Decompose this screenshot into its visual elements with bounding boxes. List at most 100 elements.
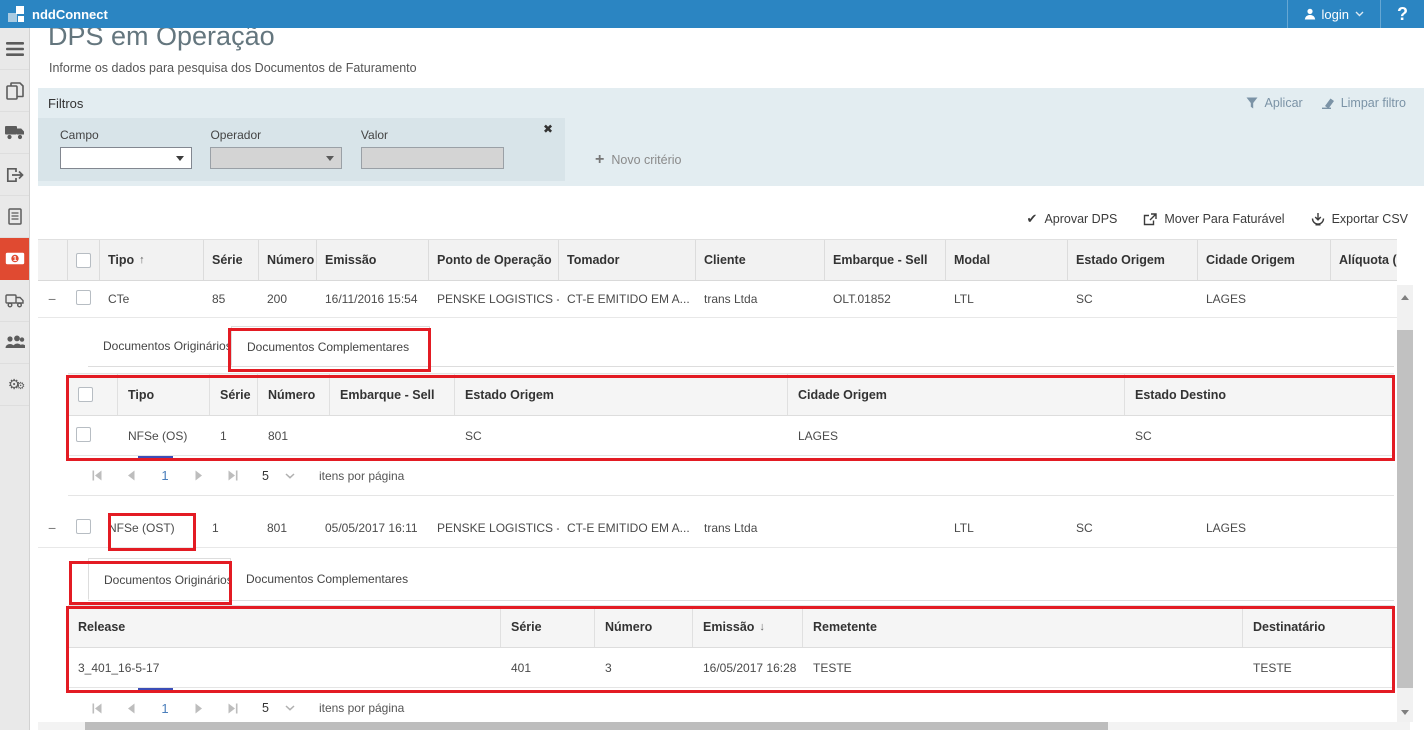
column-header-remetente[interactable]: Remetente <box>803 606 1243 647</box>
subtable-header-row: Tipo Série Número Embarque - Sell Estado… <box>68 373 1394 416</box>
sidebar-item-settings[interactable]: ⚙⚙ <box>0 364 29 406</box>
menu-icon <box>6 42 24 56</box>
selected-page-indicator <box>138 688 173 692</box>
move-to-billable-button[interactable]: Mover Para Faturável <box>1143 212 1284 226</box>
help-button[interactable]: ? <box>1380 0 1424 28</box>
approve-dps-button[interactable]: ✔ Aprovar DPS <box>1027 211 1118 227</box>
column-header-tipo[interactable]: Tipo↑ <box>100 240 204 280</box>
collapse-row-button[interactable]: − <box>38 291 56 307</box>
collapse-row-button[interactable]: − <box>38 520 56 536</box>
column-header-tomador[interactable]: Tomador <box>559 240 696 280</box>
horizontal-scrollbar-thumb[interactable] <box>85 722 1108 730</box>
cell-ponto: PENSKE LOGISTICS - ... <box>429 521 559 535</box>
tab-documentos-originarios[interactable]: Documentos Originários <box>88 558 231 600</box>
select-all-checkbox[interactable] <box>76 253 91 268</box>
page-number[interactable]: 1 <box>148 701 182 716</box>
prev-page-icon <box>127 470 135 481</box>
scroll-down-button[interactable] <box>1401 702 1409 720</box>
next-page-button[interactable] <box>182 470 216 481</box>
table-row[interactable]: NFSe (OS) 1 801 SC LAGES SC <box>68 416 1394 456</box>
column-header-emissao[interactable]: Emissão↓ <box>693 606 803 647</box>
column-header-aliquota[interactable]: Alíquota (%) <box>1331 240 1397 280</box>
first-page-button[interactable] <box>80 470 114 481</box>
horizontal-scrollbar[interactable] <box>38 722 1410 730</box>
top-bar: nddConnect login ? <box>0 0 1424 28</box>
subtable-header-row: Release Série Número Emissão↓ Remetente … <box>68 605 1394 648</box>
cell-estado-origem: SC <box>455 429 788 443</box>
column-header-embarque[interactable]: Embarque - Sell <box>330 374 455 415</box>
first-page-button[interactable] <box>80 703 114 714</box>
table-row[interactable]: 3_401_16-5-17 401 3 16/05/2017 16:28 TES… <box>68 648 1394 688</box>
column-header-numero[interactable]: Número <box>259 240 317 280</box>
column-header-numero[interactable]: Número <box>595 606 693 647</box>
cell-numero: 801 <box>259 521 317 535</box>
column-header-cidade-origem[interactable]: Cidade Origem <box>1198 240 1331 280</box>
clear-filter-button[interactable]: Limpar filtro <box>1321 96 1406 110</box>
prev-page-button[interactable] <box>114 470 148 481</box>
expand-column-header <box>38 240 68 280</box>
column-header-ponto[interactable]: Ponto de Operação <box>429 240 559 280</box>
page-size-select[interactable]: 5 <box>262 469 295 483</box>
plus-icon: + <box>595 152 604 168</box>
row-checkbox[interactable] <box>76 290 91 305</box>
operator-select[interactable] <box>210 147 342 169</box>
column-header-serie[interactable]: Série <box>501 606 595 647</box>
vertical-scrollbar[interactable] <box>1397 285 1413 722</box>
last-page-button[interactable] <box>216 703 250 714</box>
vertical-scrollbar-thumb[interactable] <box>1397 330 1413 688</box>
sidebar-item-delivery[interactable] <box>0 280 29 322</box>
export-csv-button[interactable]: Exportar CSV <box>1311 212 1408 226</box>
column-header-emissao[interactable]: Emissão <box>317 240 429 280</box>
column-header-destinatario[interactable]: Destinatário <box>1243 606 1394 647</box>
sidebar-item-export[interactable] <box>0 154 29 196</box>
sidebar-item-users[interactable] <box>0 322 29 364</box>
page-number[interactable]: 1 <box>148 468 182 483</box>
column-header-estado-destino[interactable]: Estado Destino <box>1125 374 1394 415</box>
page-size-select[interactable]: 5 <box>262 701 295 715</box>
select-all-checkbox[interactable] <box>78 387 93 402</box>
column-header-estado-origem[interactable]: Estado Origem <box>455 374 788 415</box>
tab-documentos-complementares[interactable]: Documentos Complementares <box>231 558 430 600</box>
column-header-cidade-origem[interactable]: Cidade Origem <box>788 374 1125 415</box>
row-checkbox[interactable] <box>76 519 91 534</box>
tab-documentos-originarios[interactable]: Documentos Originários <box>88 326 231 366</box>
tab-documentos-complementares[interactable]: Documentos Complementares <box>231 326 430 366</box>
column-header-serie[interactable]: Série <box>210 374 258 415</box>
page-subtitle: Informe os dados para pesquisa dos Docum… <box>49 61 1424 75</box>
first-page-icon <box>92 470 102 481</box>
scroll-up-button[interactable] <box>1401 287 1409 305</box>
new-criteria-button[interactable]: + Novo critério <box>595 152 682 168</box>
remove-criteria-icon[interactable]: ✖ <box>543 122 553 136</box>
chevron-down-icon <box>285 473 295 479</box>
apply-filter-button[interactable]: Aplicar <box>1246 96 1302 110</box>
sidebar-item-document[interactable] <box>0 196 29 238</box>
last-page-button[interactable] <box>216 470 250 481</box>
next-page-button[interactable] <box>182 703 216 714</box>
help-label: ? <box>1397 4 1408 25</box>
sidebar-item-documents[interactable] <box>0 70 29 112</box>
login-label: login <box>1322 7 1349 22</box>
cell-cidade-origem: LAGES <box>788 429 1125 443</box>
column-header-cliente[interactable]: Cliente <box>696 240 825 280</box>
column-header-release[interactable]: Release <box>68 606 501 647</box>
table-row[interactable]: − CTe 85 200 16/11/2016 15:54 PENSKE LOG… <box>38 281 1397 318</box>
field-select[interactable] <box>60 147 192 169</box>
download-icon <box>1311 212 1325 226</box>
cell-release: 3_401_16-5-17 <box>68 661 501 675</box>
value-input[interactable] <box>361 147 504 169</box>
column-header-modal[interactable]: Modal <box>946 240 1068 280</box>
cell-serie: 1 <box>204 521 259 535</box>
column-header-embarque[interactable]: Embarque - Sell <box>825 240 946 280</box>
column-header-numero[interactable]: Número <box>258 374 330 415</box>
login-menu[interactable]: login <box>1287 0 1380 28</box>
prev-page-button[interactable] <box>114 703 148 714</box>
cell-tipo: CTe <box>100 292 204 306</box>
column-header-tipo[interactable]: Tipo <box>118 374 210 415</box>
table-row[interactable]: − NFSe (OST) 1 801 05/05/2017 16:11 PENS… <box>38 508 1397 548</box>
sidebar-item-menu[interactable] <box>0 28 29 70</box>
column-header-serie[interactable]: Série <box>204 240 259 280</box>
sidebar-item-billing[interactable]: 1 <box>0 238 29 280</box>
sidebar-item-transport[interactable] <box>0 112 29 154</box>
row-checkbox[interactable] <box>76 427 91 442</box>
column-header-estado-origem[interactable]: Estado Origem <box>1068 240 1198 280</box>
